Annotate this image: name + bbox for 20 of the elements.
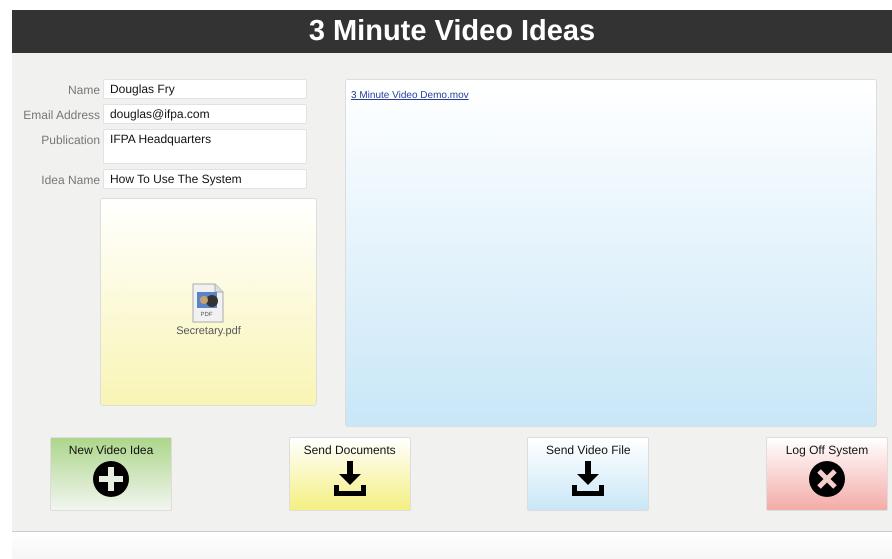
action-button[interactable]: New Video Idea	[50, 437, 172, 511]
plus-icon	[93, 461, 129, 497]
field-label: Email Address	[22, 107, 100, 122]
action-button[interactable]: Send Video File	[527, 437, 650, 511]
action-button[interactable]: Log Off System	[766, 437, 888, 511]
window-title: 3 Minute Video Ideas	[308, 15, 596, 48]
action-button[interactable]: Send Documents	[288, 437, 411, 511]
field-label: Name	[66, 82, 100, 97]
input-field[interactable]: Douglas Fry	[103, 79, 307, 99]
download-icon	[332, 461, 368, 497]
close-icon	[808, 461, 845, 497]
file-icon[interactable]	[192, 283, 224, 323]
input-field[interactable]: IFPA Headquarters	[103, 129, 307, 164]
input-field[interactable]: douglas@ifpa.com	[103, 104, 307, 124]
field-label: Idea Name	[40, 172, 100, 187]
file-name[interactable]: Secretary.pdf	[176, 325, 241, 337]
video-link[interactable]: 3 Minute Video Demo.mov	[351, 90, 469, 101]
field-label: Publication	[40, 132, 100, 147]
input-field[interactable]: How To Use The System	[103, 169, 307, 189]
download-icon	[570, 461, 606, 497]
